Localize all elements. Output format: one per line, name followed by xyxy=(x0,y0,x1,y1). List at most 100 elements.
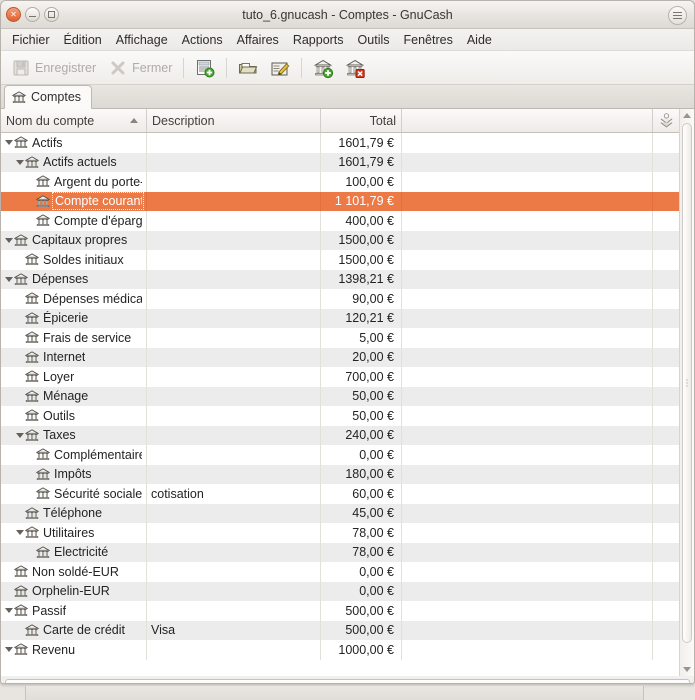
close-tab-button[interactable]: Fermer xyxy=(102,55,178,81)
cell-description xyxy=(147,640,321,660)
table-row[interactable]: Loyer700,00 € xyxy=(1,367,679,387)
table-row[interactable]: Non soldé-EUR0,00 € xyxy=(1,562,679,582)
minimize-button[interactable] xyxy=(25,7,40,22)
bank-icon xyxy=(14,585,28,598)
account-icon-wrap xyxy=(36,487,54,500)
table-row[interactable]: Ménage50,00 € xyxy=(1,387,679,407)
table-row[interactable]: Revenu1000,00 € xyxy=(1,640,679,660)
column-options-button[interactable] xyxy=(653,109,679,132)
expander-toggle[interactable] xyxy=(3,277,14,282)
table-row[interactable]: Épicerie120,21 € xyxy=(1,309,679,329)
table-row[interactable]: Compte courant1 101,79 € xyxy=(1,192,679,212)
table-row[interactable]: Outils50,00 € xyxy=(1,406,679,426)
menu-fenetres[interactable]: Fenêtres xyxy=(397,31,460,49)
menu-affaires[interactable]: Affaires xyxy=(230,31,286,49)
account-name-label: Dépenses médicales xyxy=(43,292,142,306)
tab-comptes[interactable]: Comptes xyxy=(4,85,92,109)
expander-toggle[interactable] xyxy=(3,140,14,145)
expander-toggle[interactable] xyxy=(3,608,14,613)
menu-actions[interactable]: Actions xyxy=(175,31,230,49)
close-button[interactable]: ✕ xyxy=(6,7,21,22)
account-icon-wrap xyxy=(14,604,32,617)
cell-total: 700,00 € xyxy=(321,367,402,387)
summary-spinner[interactable] xyxy=(674,682,685,684)
account-icon-wrap xyxy=(14,273,32,286)
table-row[interactable]: Actifs1601,79 € xyxy=(1,133,679,153)
vertical-scrollbar[interactable] xyxy=(679,109,694,676)
menu-affichage[interactable]: Affichage xyxy=(109,31,175,49)
bank-icon xyxy=(36,468,50,481)
expander-toggle[interactable] xyxy=(14,433,25,438)
cell-options xyxy=(653,133,679,153)
column-header-name[interactable]: Nom du compte xyxy=(1,109,147,132)
edit-account-button[interactable] xyxy=(264,55,296,81)
scrollbar-thumb[interactable] xyxy=(682,123,692,643)
expander-toggle[interactable] xyxy=(14,530,25,535)
toolbar-separator-1 xyxy=(183,58,184,78)
window-menu-button[interactable] xyxy=(668,6,687,25)
cell-filler xyxy=(402,465,653,485)
bank-icon xyxy=(25,312,39,325)
table-row[interactable]: Sécurité socialecotisation60,00 € xyxy=(1,484,679,504)
column-header-total[interactable]: Total xyxy=(321,109,402,132)
account-icon-wrap xyxy=(25,370,43,383)
expander-toggle[interactable] xyxy=(3,647,14,652)
menu-edition[interactable]: Édition xyxy=(57,31,109,49)
cell-description xyxy=(147,309,321,329)
table-row[interactable]: Soldes initiaux1500,00 € xyxy=(1,250,679,270)
table-row[interactable]: Argent du porte-mo100,00 € xyxy=(1,172,679,192)
table-row[interactable]: Carte de créditVisa500,00 € xyxy=(1,621,679,641)
table-row[interactable]: Dépenses médicales90,00 € xyxy=(1,289,679,309)
account-icon-wrap xyxy=(36,195,54,208)
cell-filler xyxy=(402,153,653,173)
expander-toggle[interactable] xyxy=(14,160,25,165)
table-row[interactable]: Internet20,00 € xyxy=(1,348,679,368)
open-file-button[interactable] xyxy=(232,55,264,81)
save-button[interactable]: Enregistrer xyxy=(5,55,102,81)
account-name-label: Frais de service xyxy=(43,331,131,345)
delete-account-button[interactable] xyxy=(339,55,371,81)
summary-grand-total: €, grand total : xyxy=(6,680,192,684)
scroll-up-button[interactable] xyxy=(680,109,694,122)
desktop-bottom-strip xyxy=(25,686,644,700)
table-row[interactable]: Actifs actuels1601,79 € xyxy=(1,153,679,173)
table-row[interactable]: Téléphone45,00 € xyxy=(1,504,679,524)
account-name-label: Internet xyxy=(43,350,85,364)
table-row[interactable]: Utilitaires78,00 € xyxy=(1,523,679,543)
table-row[interactable]: Impôts180,00 € xyxy=(1,465,679,485)
cell-description xyxy=(147,406,321,426)
table-row[interactable]: Frais de service5,00 € xyxy=(1,328,679,348)
cell-description xyxy=(147,445,321,465)
bank-icon xyxy=(25,331,39,344)
cell-total: 45,00 € xyxy=(321,504,402,524)
account-name-label: Compte courant xyxy=(54,194,142,208)
cell-options xyxy=(653,270,679,290)
cell-filler xyxy=(402,484,653,504)
table-row[interactable]: Passif500,00 € xyxy=(1,601,679,621)
bank-icon xyxy=(36,175,50,188)
menu-outils[interactable]: Outils xyxy=(351,31,397,49)
table-row[interactable]: Orphelin-EUR0,00 € xyxy=(1,582,679,602)
account-icon-wrap xyxy=(14,565,32,578)
table-row[interactable]: Electricité78,00 € xyxy=(1,543,679,563)
menu-aide[interactable]: Aide xyxy=(460,31,499,49)
menu-rapports[interactable]: Rapports xyxy=(286,31,351,49)
cell-total: 1601,79 € xyxy=(321,153,402,173)
account-icon-wrap xyxy=(25,312,43,325)
column-header-description[interactable]: Description xyxy=(147,109,321,132)
table-row[interactable]: Capitaux propres1500,00 € xyxy=(1,231,679,251)
table-row[interactable]: Dépenses1398,21 € xyxy=(1,270,679,290)
cell-description xyxy=(147,192,321,212)
maximize-button[interactable] xyxy=(44,7,59,22)
table-row[interactable]: Taxes240,00 € xyxy=(1,426,679,446)
new-account-button[interactable] xyxy=(307,55,339,81)
menu-fichier[interactable]: Fichier xyxy=(5,31,57,49)
tab-comptes-label: Comptes xyxy=(31,90,81,104)
table-row[interactable]: Compte d'épargne400,00 € xyxy=(1,211,679,231)
title-bar: ✕ tuto_6.gnucash - Comptes - GnuCash xyxy=(1,1,694,29)
delete-account-icon xyxy=(345,58,365,78)
new-file-button[interactable] xyxy=(189,55,221,81)
table-row[interactable]: Complémentaire m0,00 € xyxy=(1,445,679,465)
expander-toggle[interactable] xyxy=(3,238,14,243)
scroll-down-button[interactable] xyxy=(680,663,694,676)
